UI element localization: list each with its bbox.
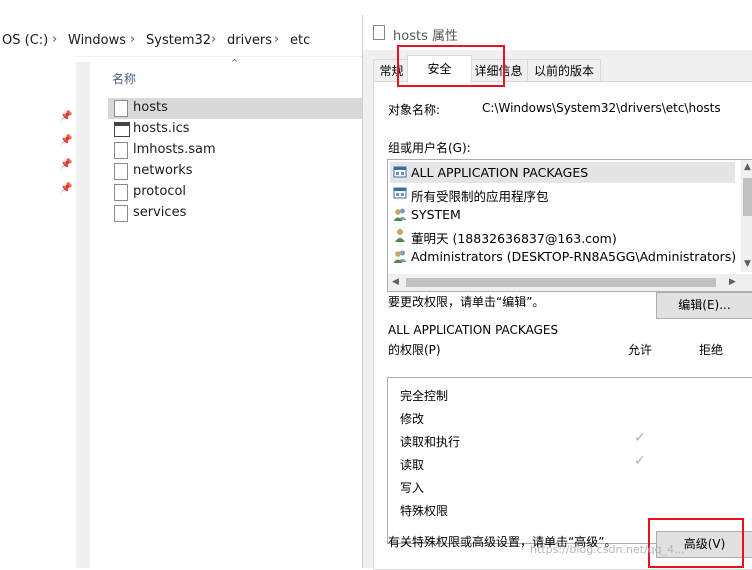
file-name: hosts (133, 100, 168, 115)
permissions-subject: ALL APPLICATION PACKAGES (388, 323, 559, 337)
file-icon (373, 25, 385, 40)
tab-security[interactable]: 安全 (407, 55, 472, 83)
pin-icon[interactable]: 📌 (60, 135, 72, 146)
properties-dialog: hosts 属性 常规 安全 详细信息 以前的版本 对象名称: C:\Windo… (362, 15, 752, 570)
groups-vertical-scrollbar[interactable]: ▲ ▼ (741, 160, 752, 272)
file-icon (114, 100, 128, 117)
scroll-down-icon[interactable]: ▼ (744, 259, 751, 269)
list-item[interactable]: 董明天 (18832636837@163.com) (390, 225, 735, 246)
app-package-icon (393, 166, 407, 178)
watermark: https://blog.csdn.net/qq_4... (530, 543, 685, 556)
pin-icon[interactable]: 📌 (60, 159, 72, 170)
file-name: protocol (133, 184, 187, 199)
file-icon (114, 184, 128, 201)
permission-name: 完全控制 (400, 389, 449, 403)
permission-name: 修改 (400, 412, 425, 426)
permission-name: 写入 (400, 481, 425, 495)
scroll-up-icon[interactable]: ▲ (744, 162, 751, 172)
list-item[interactable]: protocol (108, 182, 362, 203)
file-name: services (133, 205, 187, 220)
object-name-value: C:\Windows\System32\drivers\etc\hosts (482, 101, 721, 115)
list-item[interactable]: hosts (108, 98, 362, 119)
groups-label: 组或用户名(G): (388, 141, 471, 155)
edit-button[interactable]: 编辑(E)... (656, 292, 752, 319)
permissions-label: 的权限(P) (388, 343, 441, 357)
file-name: lmhosts.sam (133, 142, 216, 157)
list-item[interactable]: hosts.ics (108, 119, 362, 140)
scroll-left-icon[interactable]: ◀ (392, 277, 399, 287)
group-name: SYSTEM (411, 207, 461, 222)
chevron-right-icon[interactable]: › (211, 32, 216, 47)
groups-horizontal-scrollbar[interactable]: ◀ ▶ (388, 274, 752, 291)
breadcrumb-item-windows[interactable]: Windows (68, 33, 126, 48)
permission-name: 读取和执行 (400, 435, 461, 449)
file-icon (114, 163, 128, 180)
sort-chevron-up-icon[interactable]: ⌃ (230, 57, 239, 70)
group-name: 董明天 (18832636837@163.com) (411, 231, 617, 246)
allow-check-icon: ✓ (634, 453, 646, 469)
group-name: Administrators (DESKTOP-RN8A5GG\Administ… (411, 249, 737, 264)
user-icon (395, 229, 405, 242)
deny-column-header: 拒绝 (699, 343, 724, 357)
calendar-file-icon (114, 122, 130, 137)
list-item[interactable]: Administrators (DESKTOP-RN8A5GG\Administ… (390, 246, 737, 267)
chevron-right-icon[interactable]: › (52, 32, 57, 47)
navigation-scrollbar[interactable] (76, 62, 90, 568)
chevron-right-icon[interactable]: › (130, 32, 135, 47)
chevron-right-icon[interactable]: › (274, 32, 279, 47)
dialog-title: hosts 属性 (393, 29, 458, 44)
groups-listbox[interactable]: ALL APPLICATION PACKAGES 所有受限制的应用程序包 SYS… (387, 159, 752, 292)
scrollbar-thumb[interactable] (743, 178, 752, 216)
group-name: ALL APPLICATION PACKAGES (411, 165, 589, 180)
pin-icon[interactable]: 📌 (60, 183, 72, 194)
security-tab-panel: 对象名称: C:\Windows\System32\drivers\etc\ho… (373, 81, 752, 570)
scroll-right-icon[interactable]: ▶ (729, 277, 736, 287)
breadcrumb-item-drivers[interactable]: drivers (227, 33, 272, 48)
list-item[interactable]: ALL APPLICATION PACKAGES (390, 162, 735, 183)
column-header-name[interactable]: 名称 (112, 70, 136, 87)
file-icon (114, 205, 128, 222)
allow-check-icon: ✓ (634, 430, 646, 446)
breadcrumb-item-drive[interactable]: OS (C:) (2, 33, 48, 48)
app-package-icon (393, 187, 407, 199)
file-explorer-window: OS (C:) › Windows › System32 › drivers ›… (0, 0, 362, 568)
breadcrumb-item-system32[interactable]: System32 (146, 33, 211, 48)
file-name: networks (133, 163, 193, 178)
group-name: 所有受限制的应用程序包 (411, 189, 549, 204)
file-name: hosts.ics (133, 121, 190, 136)
file-icon (114, 142, 128, 159)
list-item[interactable]: networks (108, 161, 362, 182)
pin-icon[interactable]: 📌 (60, 111, 72, 122)
scrollbar-thumb[interactable] (406, 278, 716, 287)
edit-hint: 要更改权限，请单击“编辑”。 (388, 295, 545, 309)
list-item[interactable]: SYSTEM (390, 204, 735, 225)
user-group-icon (393, 250, 407, 263)
tab-previous-versions[interactable]: 以前的版本 (527, 59, 601, 82)
list-item[interactable]: lmhosts.sam (108, 140, 362, 161)
list-item[interactable]: services (108, 203, 362, 224)
list-item[interactable]: 所有受限制的应用程序包 (390, 183, 735, 204)
user-group-icon (393, 208, 407, 221)
navigation-pane (0, 56, 76, 568)
permission-name: 特殊权限 (400, 504, 449, 518)
breadcrumb-item-etc[interactable]: etc (290, 33, 310, 48)
breadcrumb[interactable]: OS (C:) › Windows › System32 › drivers ›… (0, 28, 362, 57)
object-name-label: 对象名称: (388, 103, 441, 117)
permission-name: 读取 (400, 458, 425, 472)
allow-column-header: 允许 (628, 343, 653, 357)
